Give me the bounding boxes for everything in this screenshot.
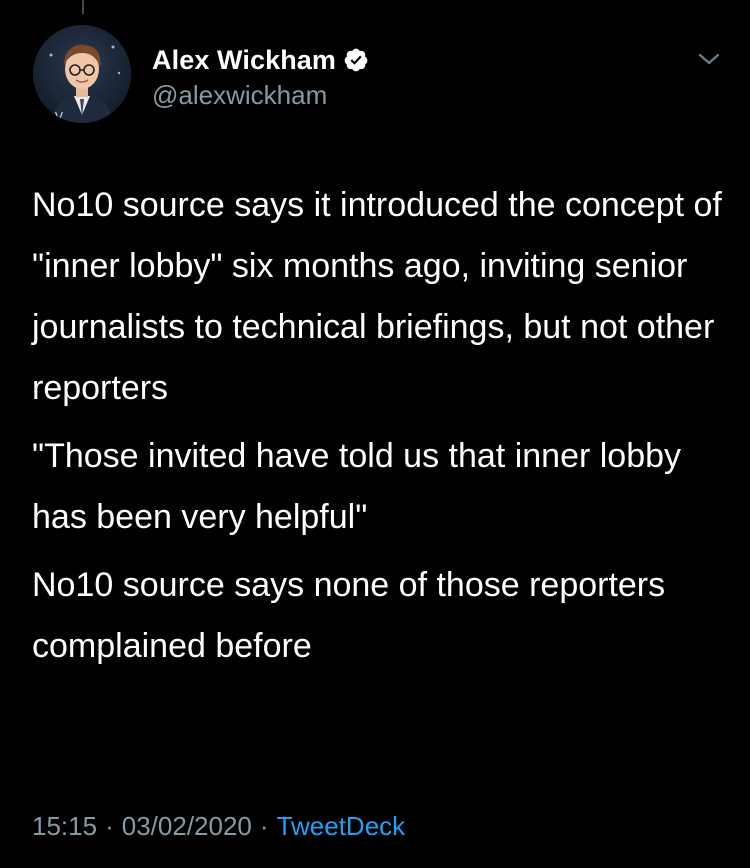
avatar[interactable]: 3C V (33, 25, 131, 123)
author-name-row[interactable]: Alex Wickham (152, 44, 369, 76)
tweet-date[interactable]: 03/02/2020 (122, 811, 252, 842)
meta-separator: · (105, 810, 114, 841)
tweet-paragraph: "Those invited have told us that inner l… (32, 437, 682, 536)
tweet-metadata: 15:15 · 03/02/2020 · TweetDeck (32, 806, 405, 846)
tweet-time[interactable]: 15:15 (32, 811, 97, 842)
avatar-banner-text: 3C V (35, 110, 64, 123)
avatar-image: 3C V (33, 25, 131, 123)
tweet-paragraph: No10 source says it introduced the conce… (32, 186, 722, 407)
tweet-card[interactable]: 3C V Alex Wickham @alexwickham No10 sour… (0, 0, 750, 868)
tweet-paragraph: No10 source says none of those reporters… (32, 566, 666, 665)
meta-separator: · (259, 810, 269, 841)
chevron-down-icon[interactable] (696, 48, 722, 70)
display-name[interactable]: Alex Wickham (152, 45, 336, 76)
tweet-source-link[interactable]: TweetDeck (277, 811, 406, 842)
verified-badge-icon (343, 47, 369, 73)
author-handle[interactable]: @alexwickham (152, 80, 327, 111)
tweet-text: No10 source says it introduced the conce… (32, 175, 732, 677)
